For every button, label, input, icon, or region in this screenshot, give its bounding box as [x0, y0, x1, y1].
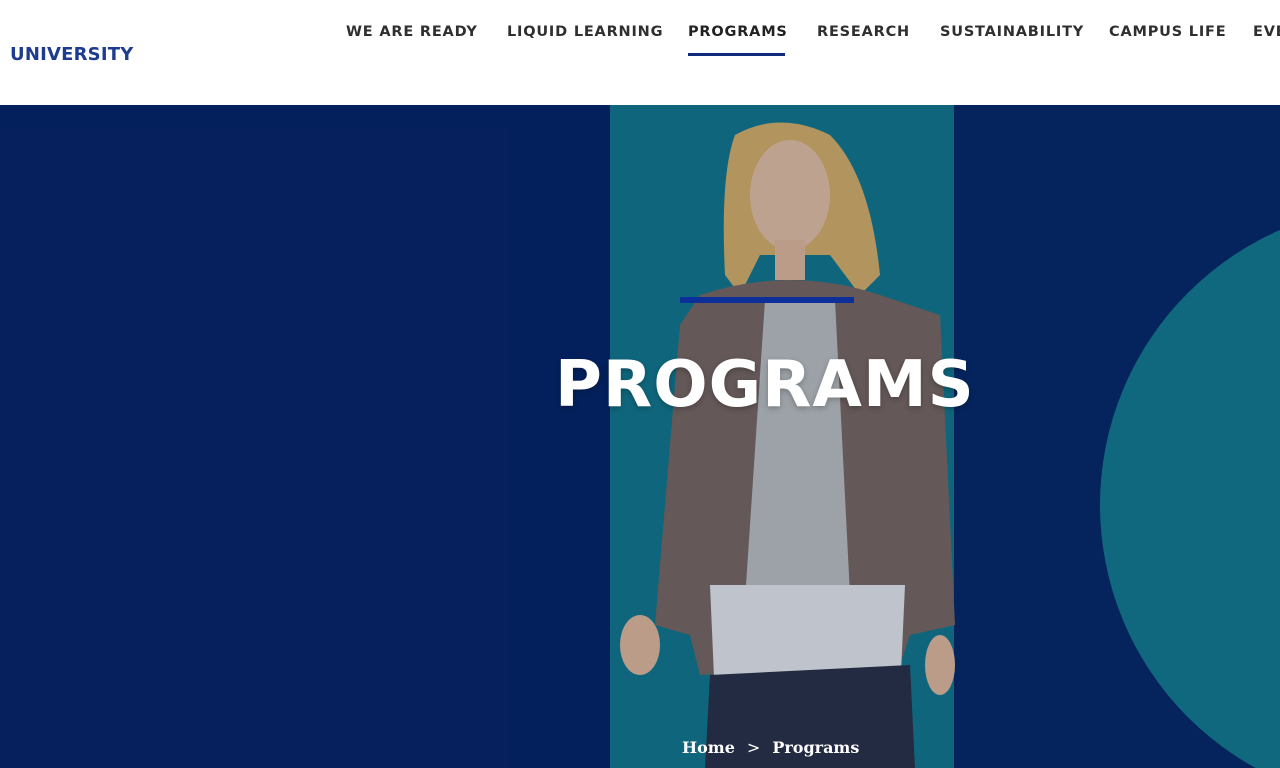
breadcrumb-home-link[interactable]: Home	[682, 738, 735, 757]
breadcrumb-current: Programs	[772, 738, 860, 757]
university-logo[interactable]: UNIVERSITY	[10, 44, 133, 65]
nav-item-events[interactable]: EVE	[1253, 24, 1280, 40]
hero-banner: PROGRAMS Home > Programs	[0, 105, 1280, 768]
nav-item-we-are-ready[interactable]: WE ARE READY	[346, 24, 478, 40]
nav-item-research[interactable]: RESEARCH	[817, 24, 910, 40]
nav-item-sustainability[interactable]: SUSTAINABILITY	[940, 24, 1084, 40]
nav-item-liquid-learning[interactable]: LIQUID LEARNING	[507, 24, 663, 40]
hero-background-image	[0, 105, 1280, 768]
page-title: PROGRAMS	[555, 348, 975, 422]
breadcrumb-separator: >	[746, 738, 761, 757]
site-header: UNIVERSITY WE ARE READY LIQUID LEARNING …	[0, 0, 1280, 105]
active-nav-underline	[688, 53, 785, 56]
breadcrumb: Home > Programs	[682, 738, 859, 757]
nav-item-programs[interactable]: PROGRAMS	[688, 24, 788, 40]
nav-item-campus-life[interactable]: CAMPUS LIFE	[1109, 24, 1226, 40]
title-accent-bar	[680, 297, 854, 303]
